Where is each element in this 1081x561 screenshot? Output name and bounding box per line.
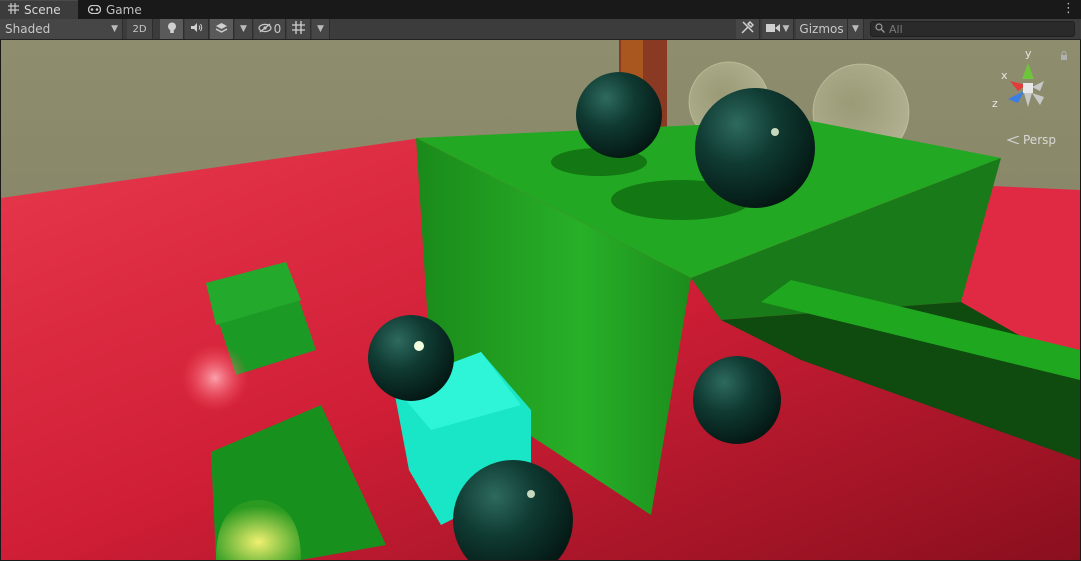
scene-render xyxy=(1,40,1080,560)
tab-label: Game xyxy=(106,2,142,17)
scene-visibility-toggle[interactable]: 0 xyxy=(254,19,286,39)
grid-toggle-button[interactable] xyxy=(287,19,311,39)
grid-icon xyxy=(8,3,19,17)
camera-icon xyxy=(765,22,780,36)
hidden-count: 0 xyxy=(273,22,282,36)
draw-mode-dropdown[interactable]: Shaded ▼ xyxy=(0,19,123,39)
chevron-down-icon: ▼ xyxy=(111,24,118,34)
tab-scene[interactable]: Scene xyxy=(0,0,78,19)
chevron-down-icon: ▼ xyxy=(782,24,790,34)
gizmos-dropdown-button[interactable]: ▼ xyxy=(848,19,864,39)
axis-y-arrow[interactable] xyxy=(1022,63,1034,79)
gamepad-icon xyxy=(87,3,102,17)
effects-dropdown-button[interactable]: ▼ xyxy=(235,19,253,39)
eye-hidden-icon xyxy=(258,22,272,36)
chevron-down-icon: ▼ xyxy=(317,24,324,34)
perspective-icon xyxy=(1006,133,1023,147)
layers-effects-icon xyxy=(215,22,228,37)
tab-bar: Scene Game ⋮ xyxy=(0,0,1081,20)
grid-dropdown-button[interactable]: ▼ xyxy=(312,19,330,39)
tab-game[interactable]: Game xyxy=(80,0,146,19)
camera-settings-button[interactable]: ▼ xyxy=(762,19,794,39)
tools-button[interactable] xyxy=(736,19,760,39)
orientation-gizmo[interactable]: y x z xyxy=(992,47,1060,130)
search-input[interactable] xyxy=(889,22,1069,36)
effects-toggle-button[interactable] xyxy=(210,19,234,39)
speaker-icon xyxy=(190,22,203,36)
more-options-icon[interactable]: ⋮ xyxy=(1062,1,1075,17)
scene-search-field[interactable] xyxy=(870,21,1075,37)
scene-toolbar: Shaded ▼ 2D ▼ 0 ▼ ▼ Gizmos ▼ All xyxy=(0,19,1081,40)
search-icon xyxy=(875,22,885,36)
projection-label: Persp xyxy=(1023,133,1056,147)
projection-toggle[interactable]: Persp xyxy=(1006,133,1056,147)
axis-z-arrow[interactable] xyxy=(1008,91,1024,103)
2d-label: 2D xyxy=(132,23,147,35)
wrench-tools-icon xyxy=(741,20,755,37)
grid-snap-icon xyxy=(292,21,305,37)
lightbulb-icon xyxy=(167,22,177,37)
2d-toggle-button[interactable]: 2D xyxy=(127,19,153,39)
gizmos-label: Gizmos xyxy=(799,22,844,36)
lighting-toggle-button[interactable] xyxy=(160,19,184,39)
chevron-down-icon: ▼ xyxy=(852,24,859,34)
lock-icon[interactable] xyxy=(1060,51,1068,63)
draw-mode-value: Shaded xyxy=(5,22,51,36)
gizmos-button[interactable]: Gizmos xyxy=(796,19,848,39)
axis-x-label: x xyxy=(1001,69,1008,82)
audio-toggle-button[interactable] xyxy=(185,19,209,39)
axis-y-label: y xyxy=(1025,47,1032,60)
scene-viewport[interactable]: y x z Persp xyxy=(1,40,1080,560)
chevron-down-icon: ▼ xyxy=(240,24,247,34)
axis-z-label: z xyxy=(992,97,998,110)
tab-label: Scene xyxy=(24,3,61,17)
